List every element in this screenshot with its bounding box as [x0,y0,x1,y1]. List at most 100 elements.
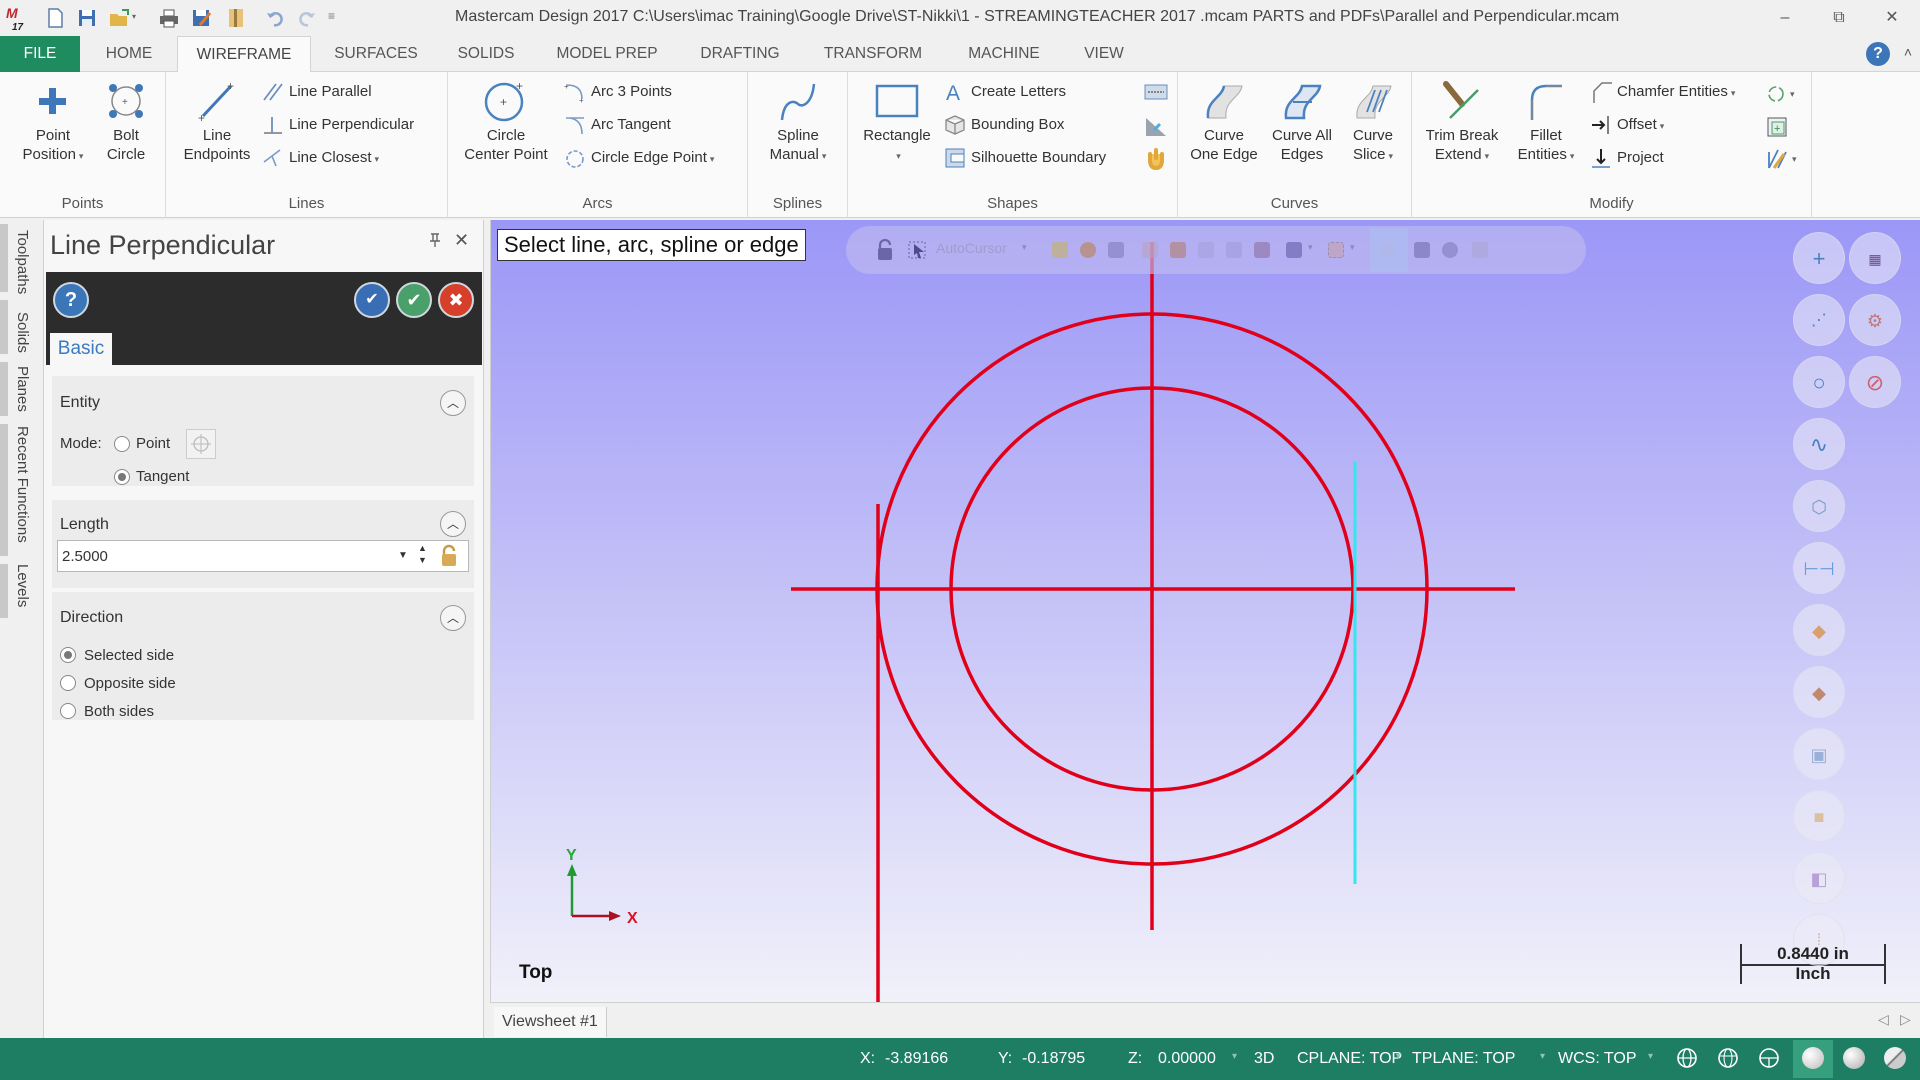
solid-select-icon-1[interactable] [1142,242,1158,258]
wcs-selector[interactable]: WCS: TOP [1558,1050,1637,1068]
tab-basic[interactable]: Basic [50,333,112,365]
collapse-ribbon-icon[interactable]: ˄ [1904,44,1912,60]
shaded-with-edges-icon[interactable] [1843,1047,1865,1069]
cplane-selector[interactable]: CPLANE: TOP [1297,1050,1402,1068]
ok-button[interactable]: ✔ [396,282,432,318]
side-cube-icon[interactable]: ⬡ [1793,480,1845,532]
side-layers-icon[interactable]: ◧ [1793,852,1845,904]
pin-icon[interactable] [428,232,442,252]
viewsheet-tab[interactable]: Viewsheet #1 [494,1007,607,1037]
tab-file[interactable]: FILE [0,36,80,72]
wireframe-globe-icon[interactable] [1676,1047,1698,1069]
circle-edge-point-button[interactable]: Circle Edge Point ▾ [564,146,714,170]
ok-create-new-button[interactable]: ✔ [354,282,390,318]
open-file-icon[interactable] [108,7,130,29]
zip2go-icon[interactable] [224,7,246,29]
bounding-box-button[interactable]: Bounding Box [944,113,1064,137]
selection-method-dropdown-icon[interactable]: ▾ [1350,242,1355,253]
open-dropdown-icon[interactable]: ▾ [132,12,142,34]
modify-boolean-icon[interactable]: + [1766,116,1790,143]
rail-tab-levels[interactable]: Levels [14,564,31,607]
rectangle-button[interactable]: Rectangle ▾ [856,80,938,166]
hidden-wireframe-icon[interactable] [1717,1047,1739,1069]
solid-select-icon-3[interactable] [1198,242,1214,258]
z-coordinate[interactable]: 0.00000 [1158,1050,1216,1068]
hidden-line-icon[interactable] [1758,1047,1780,1069]
line-closest-button[interactable]: Line Closest ▾ [262,146,379,170]
viewsheet-prev-icon[interactable]: ◁ [1878,1011,1889,1028]
curve-one-edge-button[interactable]: Curve One Edge [1184,80,1264,164]
rail-tab-solids[interactable]: Solids [14,312,31,353]
chamfer-entities-button[interactable]: Chamfer Entities ▾ [1590,80,1735,104]
collapse-length-button[interactable]: ︿ [440,511,466,537]
minimize-button[interactable]: – [1770,6,1800,30]
tab-wireframe[interactable]: WIREFRAME [177,36,311,73]
curve-slice-button[interactable]: Curve Slice ▾ [1340,80,1406,166]
side-no-icon[interactable]: ⊘ [1849,356,1901,408]
panel-close-button[interactable]: ✕ [454,230,469,251]
select-last-icon[interactable] [1442,242,1458,258]
customize-qat-icon[interactable]: ≡ [328,9,350,31]
save-icon[interactable] [76,7,98,29]
length-dropdown-icon[interactable]: ▼ [398,550,408,561]
side-point-icon[interactable]: + [1793,232,1845,284]
radio-opposite-side[interactable] [60,675,76,691]
rail-tab-planes[interactable]: Planes [14,366,31,412]
side-gear-icon[interactable]: ⚙ [1849,294,1901,346]
side-circle-icon[interactable]: ○ [1793,356,1845,408]
close-window-button[interactable]: ✕ [1877,6,1907,30]
tab-drafting[interactable]: DRAFTING [690,36,790,72]
redo-icon[interactable] [296,7,318,29]
curve-all-edges-button[interactable]: Curve All Edges [1264,80,1340,164]
side-box-icon[interactable]: ■ [1793,790,1845,842]
bolt-circle-button[interactable]: + Bolt Circle [96,80,156,164]
autocursor-label[interactable]: AutoCursor [936,240,1007,256]
window-select-dropdown-icon[interactable]: ▾ [1308,242,1313,253]
undo-icon[interactable] [264,7,286,29]
clear-selection-icon[interactable] [1472,242,1488,258]
radio-both-sides[interactable] [60,703,76,719]
side-spline-icon[interactable]: ∿ [1793,418,1845,470]
side-surface-icon-1[interactable]: ◆ [1793,604,1845,656]
point-position-button[interactable]: Point Position ▾ [10,80,96,166]
side-grid-icon[interactable]: ▦ [1849,232,1901,284]
gear-settings-icon[interactable] [1080,242,1096,258]
length-spinner[interactable]: ▲ ▼ [418,542,427,566]
shapes-extra-icon-2[interactable] [1144,116,1168,143]
new-file-icon[interactable] [44,7,66,29]
cplane-dropdown-icon[interactable]: ▾ [1396,1051,1401,1062]
wcs-dropdown-icon[interactable]: ▾ [1648,1051,1653,1062]
side-surface-icon-2[interactable]: ◆ [1793,666,1845,718]
solid-select-icon-5[interactable] [1254,242,1270,258]
window-select-icon[interactable] [1286,242,1302,258]
tab-model-prep[interactable]: MODEL PREP [546,36,668,72]
silhouette-boundary-button[interactable]: Silhouette Boundary [944,146,1106,170]
arc-tangent-button[interactable]: Arc Tangent [564,113,671,137]
print-icon[interactable] [158,7,180,29]
select-all-icon[interactable] [1414,242,1430,258]
rail-tab-toolpaths[interactable]: Toolpaths [14,230,31,294]
rail-tab-recent-functions[interactable]: Recent Functions [14,426,31,543]
tab-view[interactable]: VIEW [1074,36,1134,72]
help-button[interactable]: ? [53,282,89,318]
collapse-direction-button[interactable]: ︿ [440,605,466,631]
tab-machine[interactable]: MACHINE [956,36,1052,72]
side-dimension-icon[interactable]: ⊢⊣ [1793,542,1845,594]
side-solid-icon[interactable]: ▣ [1793,728,1845,780]
unlock-icon[interactable] [876,238,894,266]
circle-center-point-button[interactable]: + + Circle Center Point [454,80,558,164]
shapes-extra-icon-1[interactable] [1144,82,1168,107]
select-point-button[interactable] [186,429,216,459]
selection-mode-icon-1[interactable] [1052,242,1068,258]
spline-manual-button[interactable]: Spline Manual ▾ [756,80,840,166]
z-label[interactable]: Z: [1128,1050,1142,1068]
project-button[interactable]: Project [1590,146,1664,170]
z-dropdown-icon[interactable]: ▾ [1232,1051,1237,1062]
verify-selection-icon[interactable] [1380,242,1396,258]
solid-select-icon-4[interactable] [1226,242,1242,258]
modify-close-arc-icon[interactable]: ▾ [1766,84,1802,109]
create-letters-button[interactable]: A Create Letters [944,80,1066,105]
autocursor-icon[interactable] [908,240,930,265]
select-pointer-icon[interactable] [1108,242,1124,258]
viewsheet-next-icon[interactable]: ▷ [1900,1011,1911,1028]
